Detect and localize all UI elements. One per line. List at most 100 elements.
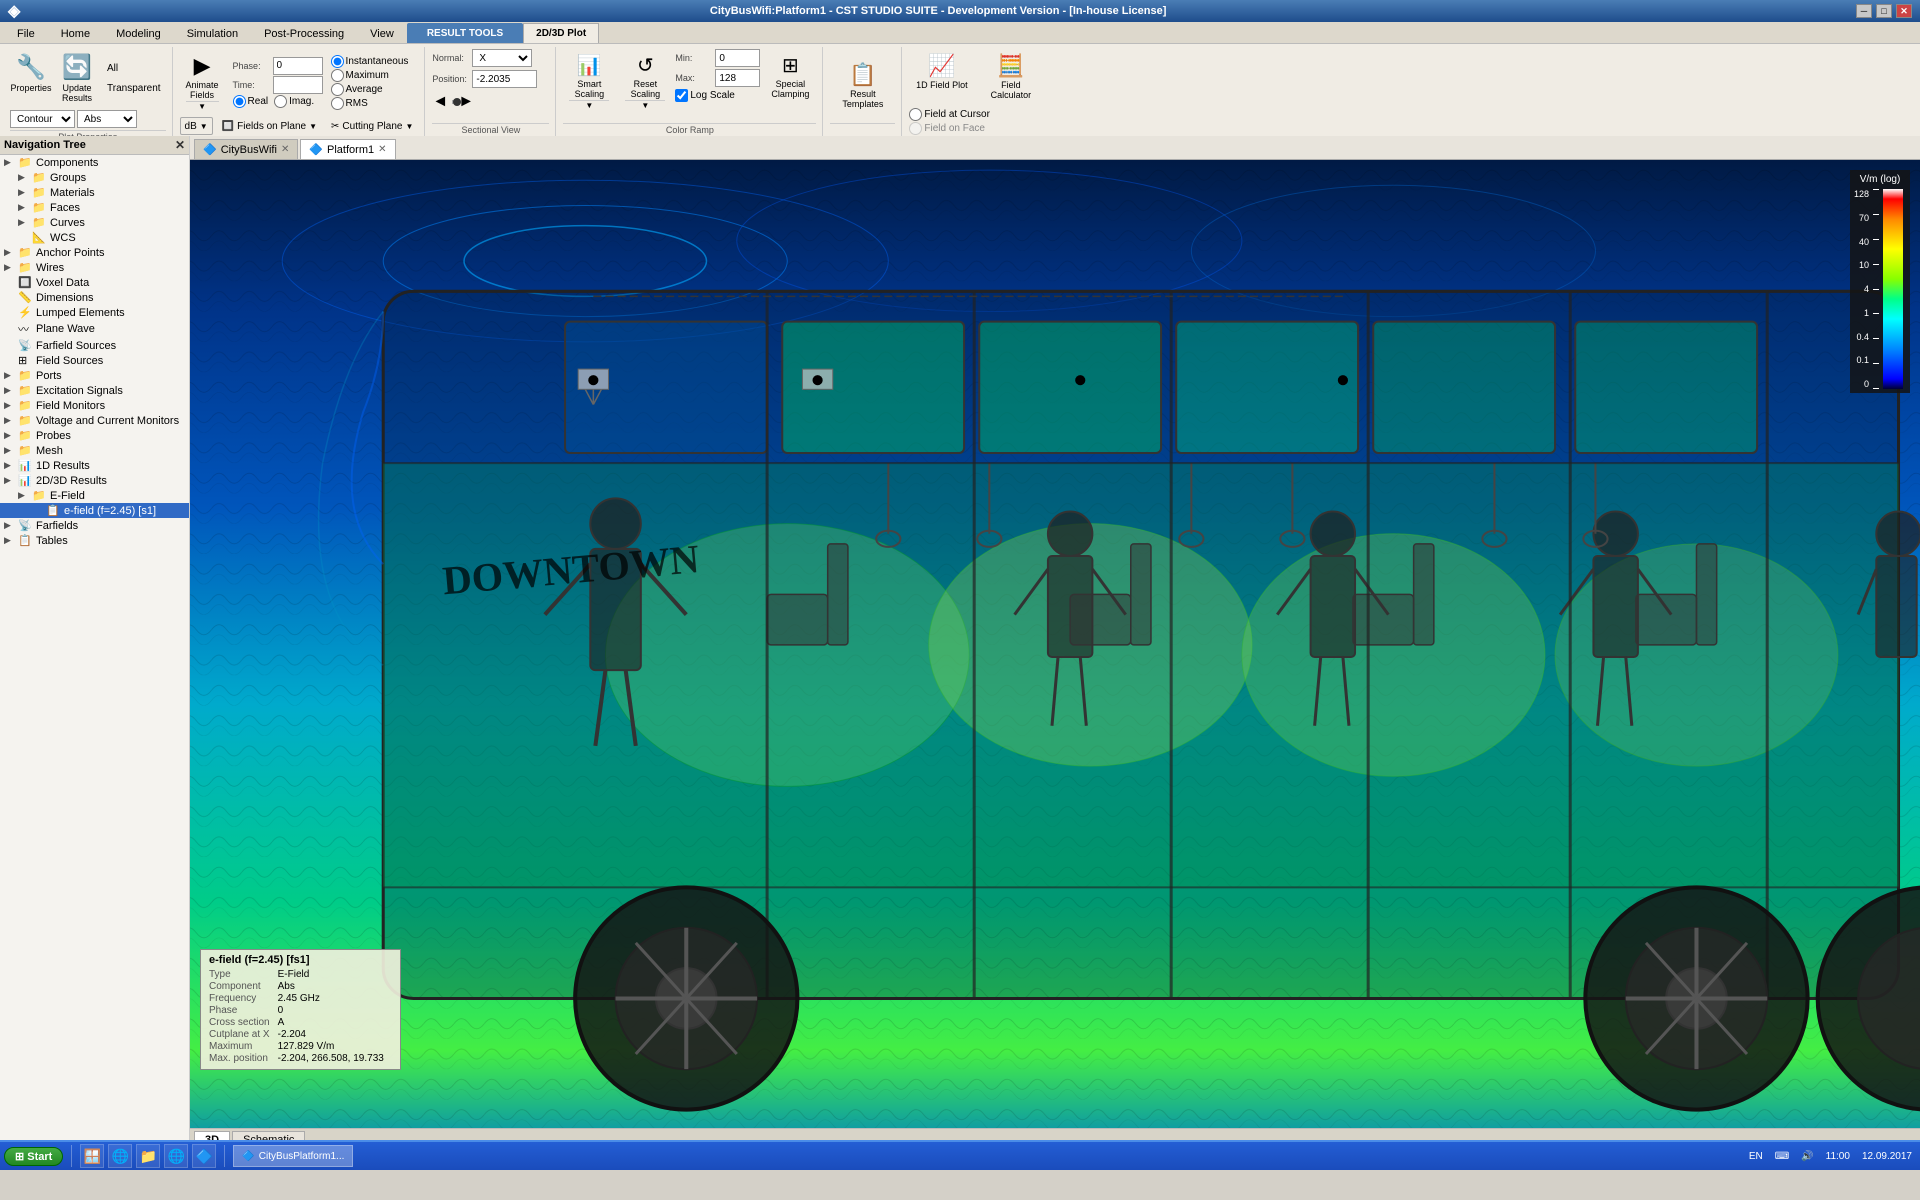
field-info-row-type: Type E-Field [209, 969, 392, 981]
start-button[interactable]: ⊞ Start [4, 1147, 63, 1166]
nav-tree-item-voxel-data[interactable]: 🔲Voxel Data [0, 275, 189, 290]
log-scale-check[interactable]: Log Scale [675, 89, 760, 102]
imag-check[interactable]: Imag. [274, 95, 314, 108]
transparent-button[interactable]: Transparent [102, 79, 166, 97]
explorer-btn[interactable]: 📁 [136, 1144, 160, 1168]
nav-tree-item-faces[interactable]: ▶📁Faces [0, 200, 189, 215]
nav-tree-item-wcs[interactable]: 📐WCS [0, 230, 189, 245]
nav-tree-item-wires[interactable]: ▶📁Wires [0, 260, 189, 275]
field-info-row-maxpos: Max. position -2.204, 266.508, 19.733 [209, 1053, 392, 1065]
nav-tree-item-probes[interactable]: ▶📁Probes [0, 428, 189, 443]
nav-tree-item-plane-wave[interactable]: 〰Plane Wave [0, 320, 189, 338]
nav-tree-item-e-field[interactable]: ▶📁E-Field [0, 488, 189, 503]
tab-post-processing[interactable]: Post-Processing [251, 23, 357, 43]
average-check[interactable]: Average [331, 83, 409, 96]
db-button[interactable]: dB ▼ [180, 117, 213, 135]
real-check[interactable]: Real [233, 95, 269, 108]
position-input[interactable] [472, 70, 537, 88]
1d-field-plot-button[interactable]: 📈 1D Field Plot [909, 49, 974, 104]
tab-modeling[interactable]: Modeling [103, 23, 174, 43]
animate-fields-button[interactable]: ▶ Animate Fields ▼ [180, 49, 225, 115]
smart-scaling-button[interactable]: 📊 Smart Scaling ▼ [563, 49, 615, 114]
field-calculator-button[interactable]: 🧮 Field Calculator [978, 49, 1043, 104]
tree-icon: 📁 [32, 171, 46, 184]
nav-tree-item-field-sources[interactable]: ⊞Field Sources [0, 353, 189, 368]
nav-tree-item-anchor-points[interactable]: ▶📁Anchor Points [0, 245, 189, 260]
minimize-button[interactable]: ─ [1856, 4, 1872, 18]
nav-tree-item-groups[interactable]: ▶📁Groups [0, 170, 189, 185]
time-input[interactable] [273, 76, 323, 94]
maximum-check[interactable]: Maximum [331, 69, 409, 82]
show-desktop-btn[interactable]: 🪟 [80, 1144, 104, 1168]
field-info-row-frequency: Frequency 2.45 GHz [209, 993, 392, 1005]
cst-task-button[interactable]: 🔷 CityBusPlatform1... [233, 1145, 353, 1167]
doc-tab-citybus-close[interactable]: ✕ [281, 144, 289, 155]
cst-ql-btn[interactable]: 🔷 [192, 1144, 216, 1168]
main-viewport[interactable]: DOWNTOWN [190, 160, 1920, 1150]
max-input[interactable] [715, 69, 760, 87]
nav-tree-item-e-field-(f=2.45)-[s1][interactable]: 📋e-field (f=2.45) [s1] [0, 503, 189, 518]
nav-tree-item-voltage-and-current-monitors[interactable]: ▶📁Voltage and Current Monitors [0, 413, 189, 428]
expand-icon: ▶ [18, 202, 32, 213]
reset-scaling-button[interactable]: ↺ Reset Scaling ▼ [619, 49, 671, 114]
chrome-btn[interactable]: 🌐 [164, 1144, 188, 1168]
maximize-button[interactable]: □ [1876, 4, 1892, 18]
nav-tree-item-excitation-signals[interactable]: ▶📁Excitation Signals [0, 383, 189, 398]
instantaneous-check[interactable]: Instantaneous [331, 55, 409, 68]
abs-dropdown[interactable]: Abs [77, 110, 137, 128]
tab-file[interactable]: File [4, 23, 48, 43]
nav-panel-close[interactable]: ✕ [175, 138, 185, 152]
db-label: dB [185, 121, 197, 132]
field-on-face-label: Field on Face [924, 123, 985, 134]
tab-simulation[interactable]: Simulation [174, 23, 251, 43]
normal-dropdown[interactable]: XYZ [472, 49, 532, 67]
tab-2d3d-plot[interactable]: 2D/3D Plot [523, 23, 599, 43]
doc-tab-platform1[interactable]: 🔷 Platform1 ✕ [300, 139, 395, 159]
rms-check[interactable]: RMS [331, 97, 409, 110]
doc-tab-platform1-close[interactable]: ✕ [378, 144, 386, 155]
nav-tree-item-materials[interactable]: ▶📁Materials [0, 185, 189, 200]
fields-on-plane-button[interactable]: 🔲 Fields on Plane ▼ [217, 117, 322, 135]
contour-dropdown[interactable]: Contour [10, 110, 75, 128]
tray-volume[interactable]: 🔊 [1797, 1151, 1817, 1162]
nav-tree-item-tables[interactable]: ▶📋Tables [0, 533, 189, 548]
min-label: Min: [675, 53, 713, 63]
phase-input[interactable] [273, 57, 323, 75]
navigation-panel: Navigation Tree ✕ ▶📁Components▶📁Groups▶📁… [0, 136, 190, 1170]
nav-tree-item-field-monitors[interactable]: ▶📁Field Monitors [0, 398, 189, 413]
field-at-cursor-radio[interactable]: Field at Cursor [909, 108, 990, 121]
field-on-face-radio[interactable]: Field on Face [909, 122, 990, 135]
tab-view[interactable]: View [357, 23, 407, 43]
update-results-button[interactable]: 🔄 Update Results [56, 49, 98, 107]
close-button[interactable]: ✕ [1896, 4, 1912, 18]
window-controls[interactable]: ─ □ ✕ [1856, 4, 1912, 18]
doc-tab-citybus[interactable]: 🔷 CityBusWifi ✕ [194, 139, 298, 159]
nav-tree-item-farfield-sources[interactable]: 📡Farfield Sources [0, 338, 189, 353]
nav-tree-item-components[interactable]: ▶📁Components [0, 155, 189, 170]
field-info-popup: e-field (f=2.45) [fs1] Type E-Field Comp… [200, 949, 401, 1070]
nav-tree-item-dimensions[interactable]: 📏Dimensions [0, 290, 189, 305]
result-templates-button[interactable]: 📋 Result Templates [830, 58, 895, 113]
nav-tree-item-2d/3d-results[interactable]: ▶📊2D/3D Results [0, 473, 189, 488]
nav-tree-item-curves[interactable]: ▶📁Curves [0, 215, 189, 230]
pos-decrease[interactable]: ◄ [432, 93, 448, 111]
cutting-plane-button[interactable]: ✂ Cutting Plane ▼ [326, 117, 418, 135]
properties-button[interactable]: 🔧 Properties [10, 49, 52, 107]
ie-btn[interactable]: 🌐 [108, 1144, 132, 1168]
nav-tree-item-lumped-elements[interactable]: ⚡Lumped Elements [0, 305, 189, 320]
templates-icon: 📋 [849, 62, 876, 88]
title-bar: ◈ CityBusWifi:Platform1 - CST STUDIO SUI… [0, 0, 1920, 22]
tree-label: Wires [36, 262, 64, 274]
windows-taskbar[interactable]: ⊞ Start 🪟 🌐 📁 🌐 🔷 🔷 CityBusPlatform1... … [0, 1140, 1920, 1170]
nav-tree-item-farfields[interactable]: ▶📡Farfields [0, 518, 189, 533]
tab-home[interactable]: Home [48, 23, 103, 43]
min-input[interactable] [715, 49, 760, 67]
field-info-row-cross: Cross section A [209, 1017, 392, 1029]
nav-tree-item-ports[interactable]: ▶📁Ports [0, 368, 189, 383]
frequency-key: Frequency [209, 993, 278, 1005]
nav-tree-item-mesh[interactable]: ▶📁Mesh [0, 443, 189, 458]
all-button[interactable]: All [102, 59, 166, 77]
special-clamping-button[interactable]: ⊞ Special Clamping [764, 49, 816, 103]
nav-tree-item-1d-results[interactable]: ▶📊1D Results [0, 458, 189, 473]
scale-val-1: 1 [1864, 308, 1869, 318]
